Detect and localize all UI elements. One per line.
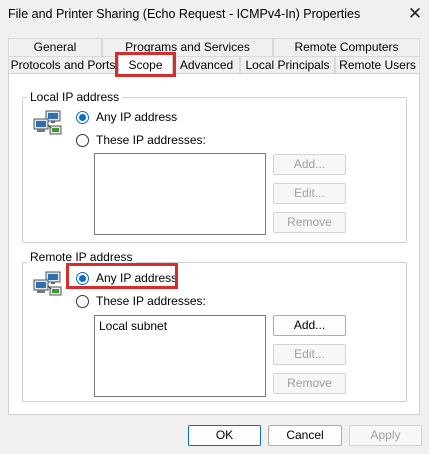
remote-add-button[interactable]: Add... [273, 315, 346, 336]
tab-scope[interactable]: Scope [118, 54, 173, 75]
ok-button[interactable]: OK [188, 425, 261, 446]
radio-checked-icon [76, 110, 89, 124]
radio-checked-icon [76, 271, 89, 285]
local-any-ip-radio[interactable]: Any IP address [76, 110, 177, 124]
local-remove-button[interactable]: Remove [273, 212, 346, 233]
local-these-ip-label: These IP addresses: [96, 133, 206, 147]
remote-edit-button[interactable]: Edit... [273, 344, 346, 365]
local-any-ip-label: Any IP address [96, 110, 178, 124]
title-bar: File and Printer Sharing (Echo Request -… [0, 0, 429, 30]
local-ip-listbox[interactable] [94, 153, 266, 235]
remote-ip-listbox[interactable]: Local subnet [94, 315, 266, 397]
local-add-button[interactable]: Add... [273, 154, 346, 175]
radio-unchecked-icon [76, 133, 89, 147]
radio-unchecked-icon [76, 294, 89, 308]
apply-button[interactable]: Apply [349, 425, 422, 446]
local-edit-button[interactable]: Edit... [273, 183, 346, 204]
local-these-ip-radio[interactable]: These IP addresses: [76, 133, 206, 147]
remote-any-ip-label: Any IP address [96, 271, 178, 285]
remote-remove-button[interactable]: Remove [273, 373, 346, 394]
remote-these-ip-label: These IP addresses: [96, 294, 206, 308]
network-computers-icon [33, 271, 62, 296]
network-computers-icon [33, 110, 62, 135]
remote-any-ip-radio[interactable]: Any IP address [76, 271, 177, 285]
local-ip-legend: Local IP address [27, 90, 123, 104]
cancel-button[interactable]: Cancel [268, 425, 342, 446]
close-icon[interactable]: ✕ [404, 3, 426, 25]
remote-these-ip-radio[interactable]: These IP addresses: [76, 294, 206, 308]
tab-general[interactable]: General [8, 38, 102, 57]
tab-remote-computers[interactable]: Remote Computers [273, 38, 420, 57]
list-item[interactable]: Local subnet [99, 319, 261, 333]
window-title: File and Printer Sharing (Echo Request -… [8, 7, 361, 21]
remote-ip-legend: Remote IP address [27, 250, 136, 264]
scope-panel: Local IP address Any IP address These IP… [8, 73, 420, 415]
